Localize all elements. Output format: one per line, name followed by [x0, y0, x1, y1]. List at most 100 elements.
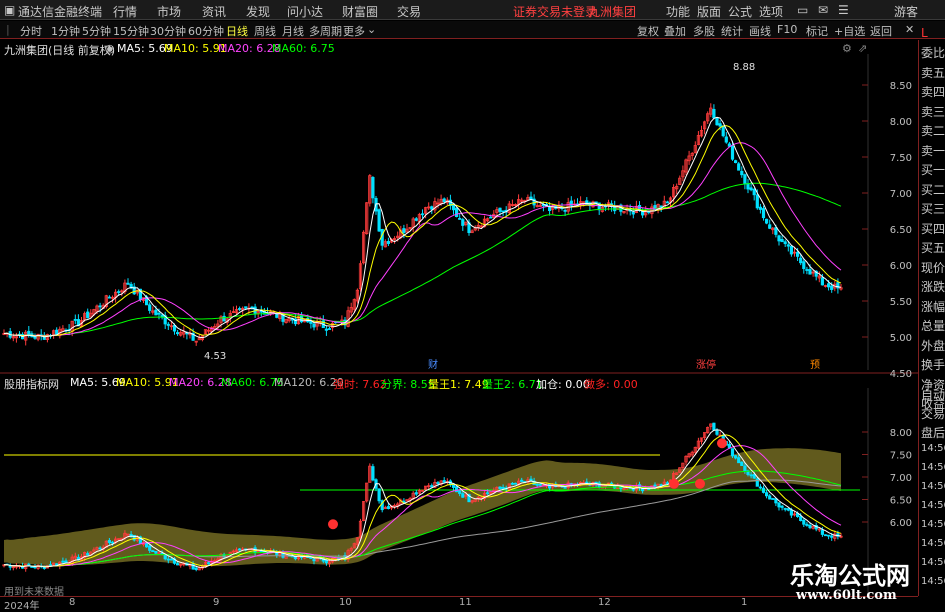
long-label: 做多: 0.00 — [584, 378, 638, 391]
bottom-candle-body — [799, 516, 803, 521]
tool-back[interactable]: 返回 — [870, 23, 892, 39]
top-candle-body — [777, 235, 781, 242]
eye-icon[interactable]: ◉ — [105, 42, 115, 55]
tool-draw[interactable]: 画线 — [749, 23, 771, 39]
bottom-axis-tick-label: 7.50 — [890, 451, 912, 462]
tab-1min[interactable]: 1分钟 — [51, 23, 80, 39]
top-candle-body — [117, 291, 121, 293]
bottom-axis-tick-label: 7.00 — [890, 473, 912, 484]
quote-field-label: 总量 — [921, 319, 945, 333]
high-price-label: 8.88 — [733, 62, 755, 73]
top-candle-body — [765, 218, 769, 224]
watermark-url: www.60lt.com — [796, 588, 897, 603]
bottom-panel-title: 股朋指标网 — [4, 378, 59, 391]
tab-60min[interactable]: 60分钟 — [188, 23, 224, 39]
tab-daily[interactable]: 日线 — [226, 23, 248, 39]
tool-f10[interactable]: F10 — [777, 23, 797, 36]
tool-adjust[interactable]: 复权 — [637, 23, 659, 39]
menu-function[interactable]: 功能 — [666, 3, 690, 20]
trade-time-label: 14:56 — [921, 500, 945, 511]
top-candle-body — [489, 216, 493, 219]
volking2-label: 量王2: 6.71 — [482, 378, 543, 391]
top-candle-body — [740, 170, 744, 176]
chevron-down-icon[interactable]: ⌄ — [367, 23, 376, 36]
tab-monthly[interactable]: 月线 — [282, 23, 304, 39]
login-notice[interactable]: 证券交易未登录 — [513, 3, 597, 20]
menu-news[interactable]: 资讯 — [202, 3, 226, 20]
menu-options[interactable]: 选项 — [759, 3, 783, 20]
top-candle-body — [730, 145, 735, 160]
top-candle-body — [55, 329, 59, 335]
date-axis: 2024年 8 9 10 11 12 1 — [0, 596, 918, 612]
top-candle-body — [327, 328, 332, 330]
bottom-candle-body — [786, 508, 790, 511]
top-candle-body — [715, 117, 719, 126]
top-candle-body — [743, 174, 747, 185]
tab-15min[interactable]: 15分钟 — [113, 23, 149, 39]
quote-field-label: 买二 — [921, 182, 945, 197]
tab-weekly[interactable]: 周线 — [254, 23, 276, 39]
bottom-candle-body — [166, 558, 170, 561]
top-candle-body — [718, 123, 722, 127]
tab-more[interactable]: 更多 — [343, 23, 365, 39]
date-label-oct: 10 — [339, 597, 352, 608]
top-candle-body — [548, 207, 552, 212]
menu-wealth[interactable]: 财富圈 — [342, 3, 378, 20]
bottom-candle-body — [765, 492, 769, 497]
menu-discover[interactable]: 发现 — [246, 3, 270, 20]
bottom-candle-body — [110, 541, 115, 544]
top-candle-body — [371, 177, 375, 199]
tool-mark[interactable]: 标记 — [806, 23, 828, 39]
stock-name: 九洲集团 — [588, 5, 637, 19]
menu-formula[interactable]: 公式 — [728, 3, 752, 20]
add-pos-label: 加仓: 0.00 — [536, 378, 590, 391]
top-axis-tick-label: 6.50 — [890, 225, 912, 236]
date-label-dec: 12 — [598, 597, 611, 608]
tab-5min[interactable]: 5分钟 — [82, 23, 111, 39]
menu-ask[interactable]: 问小达 — [287, 3, 323, 20]
quote-side-panel: L 委比 卖五 卖四 卖三 卖二 卖一 买一 买二 买三 买四 买五 现价 涨跌 涨幅 总量 外盘 换手 净资 收益… — [918, 26, 945, 596]
kline-chart[interactable]: 8.50 8.00 7.50 7.00 6.50 6.00 5.50 5.00 4.50 8.00… — [0, 40, 918, 596]
menu-quotes[interactable]: 行情 — [113, 3, 137, 20]
trade-time-label: 14:56 — [921, 462, 945, 473]
period-tab-bar: | 分时 1分钟 5分钟 15分钟 30分钟 60分钟 日线 周线 月线 多周期… — [0, 21, 945, 39]
bottom-candle-body — [163, 554, 167, 560]
quote-field-label: 卖三 — [921, 104, 945, 119]
top-candle-body — [774, 227, 778, 235]
trade-time-label: 14:56 — [921, 443, 945, 454]
window-icon[interactable]: ▭ — [797, 3, 808, 17]
top-candle-body — [386, 241, 391, 244]
trade-time-label: 交易 — [921, 407, 945, 421]
account-icon[interactable]: ☰ — [838, 3, 849, 17]
tool-add-watch[interactable]: +自选 — [834, 23, 865, 39]
top-axis-tick-label: 5.00 — [890, 333, 912, 344]
top-candle-body — [442, 198, 446, 203]
top-panel-title: 九洲集团(日线 前复权) — [4, 44, 116, 57]
bottom-candle-body — [823, 534, 828, 537]
close-icon[interactable]: ✕ — [905, 23, 914, 36]
tab-30min[interactable]: 30分钟 — [150, 23, 186, 39]
settings-gear-icon[interactable]: ⚙ — [842, 42, 852, 55]
menu-market[interactable]: 市场 — [157, 3, 181, 20]
quote-field-label: 卖一 — [921, 143, 945, 158]
top-candle-body — [148, 304, 152, 311]
top-candle-body — [237, 308, 242, 310]
collapse-arrow-icon[interactable]: ⇗ — [858, 42, 867, 55]
tab-multi-period[interactable]: 多周期 — [309, 23, 342, 39]
menu-trade[interactable]: 交易 — [397, 3, 421, 20]
top-candle-body — [458, 217, 462, 220]
top-candle-body — [324, 328, 329, 331]
chart-area[interactable]: 8.50 8.00 7.50 7.00 6.50 6.00 5.50 5.00 4.50 8.00… — [0, 40, 918, 598]
tab-timeshare[interactable]: 分时 — [20, 23, 42, 39]
message-icon[interactable]: ✉ — [818, 3, 828, 17]
top-axis-tick-label: 8.50 — [890, 81, 912, 92]
bottom-candle-body — [780, 505, 784, 508]
app-title: 通达信金融终端 — [18, 5, 103, 19]
tool-multi[interactable]: 多股 — [693, 23, 715, 39]
tool-overlay[interactable]: 叠加 — [664, 23, 686, 39]
top-candle-body — [786, 244, 790, 247]
tool-stats[interactable]: 统计 — [721, 23, 743, 39]
menu-layout[interactable]: 版面 — [697, 3, 721, 20]
bottom-candle-body — [501, 487, 505, 489]
guest-label[interactable]: 游客 — [894, 3, 918, 20]
